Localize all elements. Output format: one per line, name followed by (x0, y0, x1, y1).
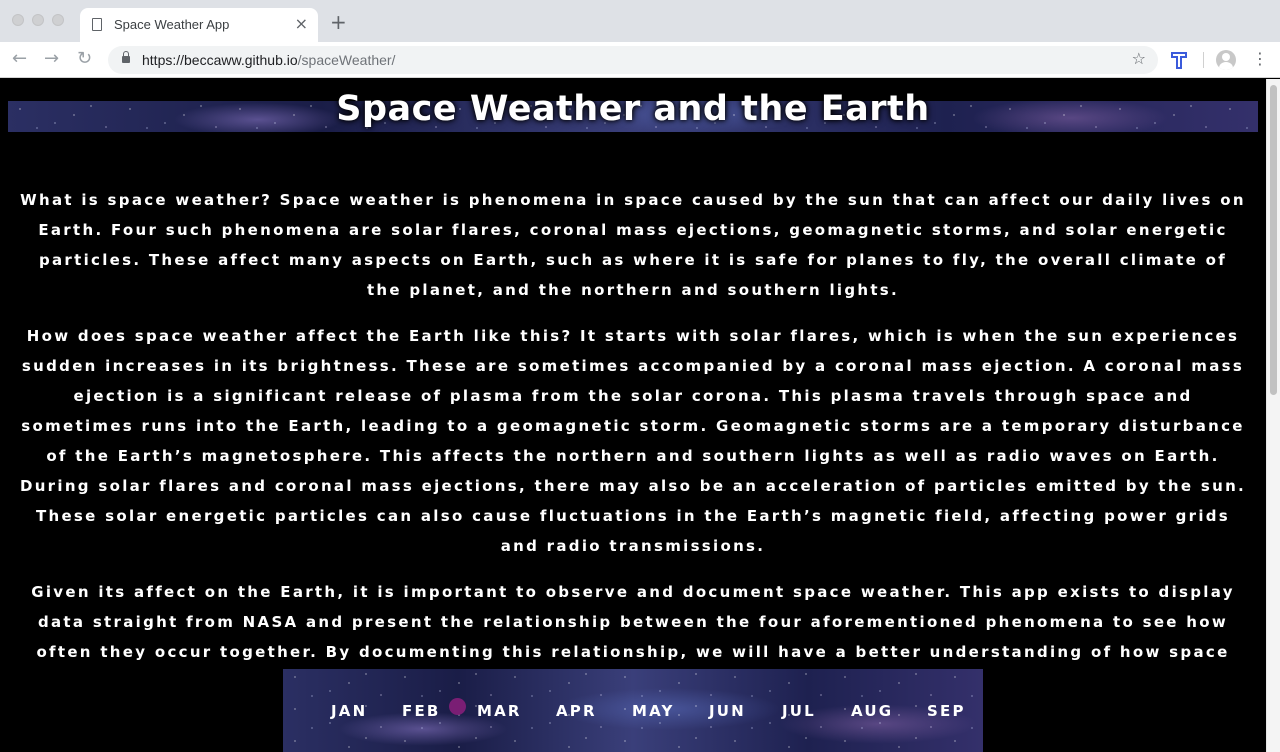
url-text: https://beccaww.github.io/spaceWeather/ (142, 52, 396, 68)
browser-tab-bar: Space Weather App × + (0, 0, 1280, 42)
intro-paragraph: What is space weather? Space weather is … (20, 191, 1246, 299)
document-icon (92, 18, 102, 31)
month-apr[interactable]: APR (556, 702, 597, 720)
month-timeline: JAN FEB MAR APR MAY JUN JUL AUG SEP (283, 669, 983, 752)
window-zoom-control[interactable] (52, 14, 64, 26)
bookmark-star-icon[interactable]: ☆ (1132, 49, 1146, 68)
month-sep[interactable]: SEP (927, 702, 966, 720)
browser-toolbar: ← → ↻ https://beccaww.github.io/spaceWea… (0, 42, 1280, 78)
close-tab-icon[interactable]: × (295, 14, 308, 34)
page-scrollbar[interactable] (1266, 79, 1280, 752)
tab-title: Space Weather App (114, 17, 230, 32)
intro-paragraph: How does space weather affect the Earth … (19, 327, 1247, 555)
window-minimize-control[interactable] (32, 14, 44, 26)
new-tab-button[interactable]: + (330, 12, 347, 32)
month-jun[interactable]: JUN (709, 702, 746, 720)
month-jan[interactable]: JAN (331, 702, 367, 720)
month-aug[interactable]: AUG (851, 702, 893, 720)
browser-tab[interactable]: Space Weather App × (80, 8, 318, 42)
browser-menu-icon[interactable]: ⋮ (1252, 48, 1268, 70)
forward-button[interactable]: → (44, 49, 59, 69)
month-may[interactable]: MAY (632, 702, 675, 720)
page-title: Space Weather and the Earth (336, 89, 930, 129)
reload-button[interactable]: ↻ (77, 49, 92, 69)
profile-avatar-icon[interactable] (1216, 50, 1236, 70)
scrollbar-thumb[interactable] (1270, 85, 1277, 395)
extension-icon[interactable] (1170, 50, 1188, 70)
month-mar[interactable]: MAR (477, 702, 522, 720)
month-jul[interactable]: JUL (782, 702, 816, 720)
month-feb[interactable]: FEB (402, 702, 441, 720)
toolbar-divider (1203, 52, 1204, 68)
page-content: Space Weather and the Earth What is spac… (0, 79, 1266, 752)
timeline-marker[interactable] (449, 698, 466, 715)
address-bar[interactable]: https://beccaww.github.io/spaceWeather/ … (108, 46, 1158, 74)
back-button[interactable]: ← (12, 49, 27, 69)
window-close-control[interactable] (12, 14, 24, 26)
intro-text: What is space weather? Space weather is … (18, 185, 1248, 713)
lock-icon (122, 51, 130, 63)
